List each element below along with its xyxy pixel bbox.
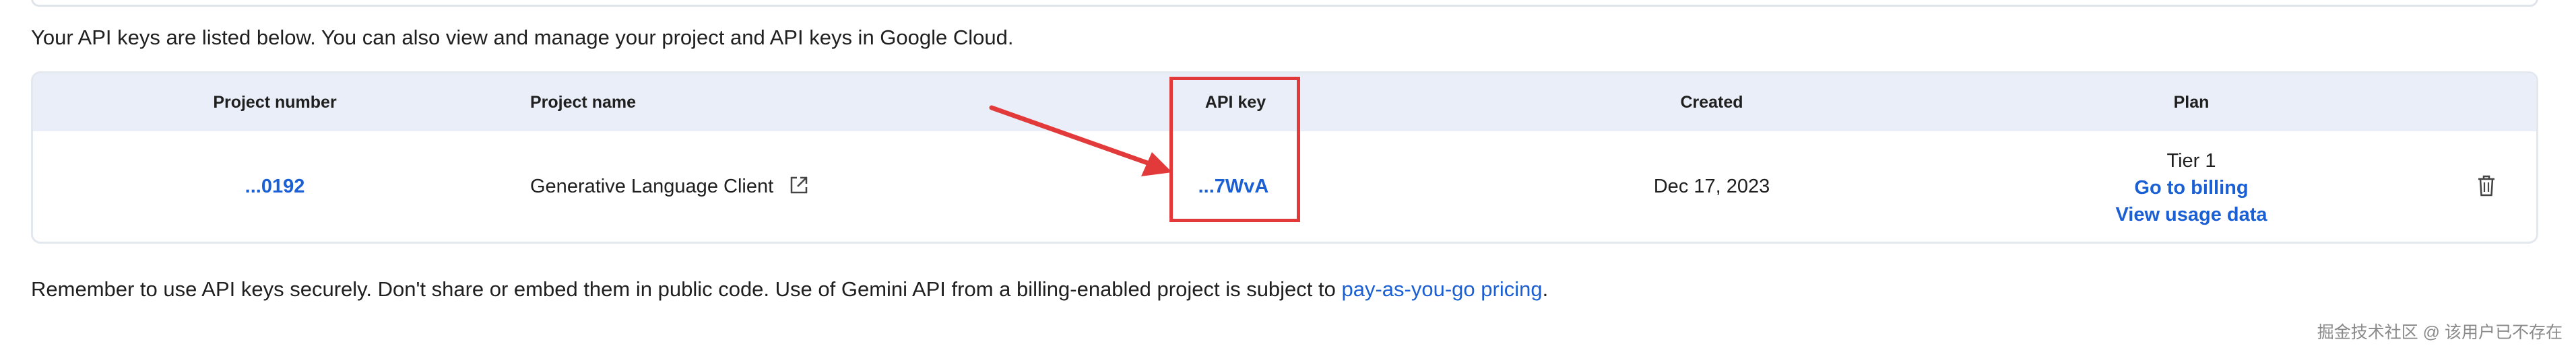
trash-icon[interactable] <box>2476 174 2497 197</box>
api-keys-table: Project number Project name API key Crea… <box>31 71 2538 244</box>
table-header: Project number Project name API key Crea… <box>33 73 2536 131</box>
header-api-key: API key <box>1204 93 1266 112</box>
header-project-name: Project name <box>530 93 637 112</box>
view-usage-data-link[interactable]: View usage data <box>2057 201 2326 228</box>
plan-tier: Tier 1 <box>2166 150 2216 172</box>
previous-card-bottom <box>31 0 2538 7</box>
pay-as-you-go-pricing-link[interactable]: pay-as-you-go pricing <box>1342 277 1543 301</box>
plan-cell: Tier 1 Go to billing View usage data <box>2057 147 2326 228</box>
footer-text: Remember to use API keys securely. Don't… <box>31 277 1342 301</box>
external-link-icon[interactable] <box>788 174 810 196</box>
go-to-billing-link[interactable]: Go to billing <box>2057 174 2326 201</box>
intro-text: Your API keys are listed below. You can … <box>31 26 1014 49</box>
watermark: 掘金技术社区 @ 该用户已不存在 <box>2317 323 2563 342</box>
api-key-link[interactable]: ...7WvA <box>1198 176 1269 198</box>
header-project-number: Project number <box>213 93 337 112</box>
project-name-label: Generative Language Client <box>530 176 774 197</box>
header-created: Created <box>1680 93 1743 112</box>
project-number-link[interactable]: ...0192 <box>245 176 305 198</box>
footer-end: . <box>1542 277 1549 301</box>
header-plan: Plan <box>2173 93 2210 112</box>
project-name-cell[interactable]: Generative Language Client <box>530 176 810 198</box>
created-date: Dec 17, 2023 <box>1653 176 1770 197</box>
footer-note: Remember to use API keys securely. Don't… <box>31 276 1548 303</box>
